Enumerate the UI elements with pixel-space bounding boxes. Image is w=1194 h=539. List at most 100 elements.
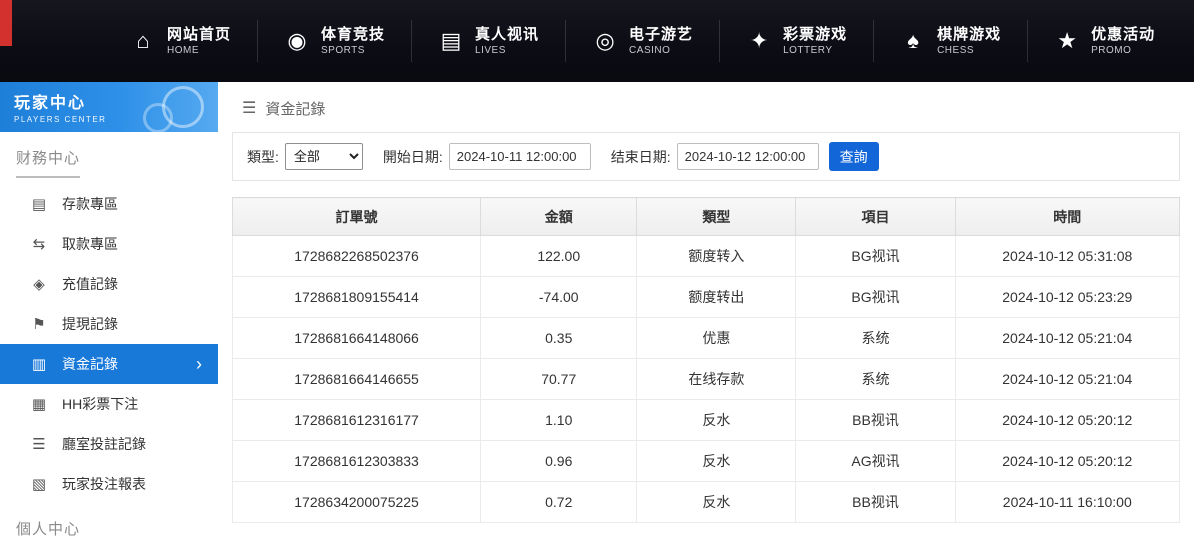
logo-fragment [0,0,12,46]
sports-icon: ◉ [284,30,310,52]
recharge-icon: ◈ [30,277,48,292]
cell-time: 2024-10-12 05:23:29 [955,277,1179,318]
sidebar-menu-item[interactable]: ◈ 充值記錄 › [0,264,218,304]
sidebar: 玩家中心 PLAYERS CENTER 财務中心 ▤ 存款專區 › ⇆ 取款專區… [0,82,218,527]
page-layout: 玩家中心 PLAYERS CENTER 财務中心 ▤ 存款專區 › ⇆ 取款專區… [0,82,1194,527]
column-header: 項目 [796,198,955,236]
menu-item-label: 玩家投注報表 [62,474,146,494]
nav-label: 棋牌游戏 CHESS [937,25,1001,58]
cell-type: 额度转入 [637,236,796,277]
cell-project: BG视讯 [796,277,955,318]
sidebar-menu: ▤ 存款專區 › ⇆ 取款專區 › ◈ 充值記錄 › ⚑ [0,184,218,504]
type-select[interactable]: 全部 [285,143,363,170]
cell-type: 反水 [637,482,796,523]
sidebar-menu-item[interactable]: ☰ 廳室投註記錄 › [0,424,218,464]
cell-amount: 0.72 [481,482,637,523]
cell-type: 反水 [637,441,796,482]
nav-label-zh: 网站首页 [167,25,231,45]
nav-item[interactable]: ⌂ 网站首页 HOME [104,20,257,62]
cell-project: 系统 [796,359,955,400]
nav-label: 体育竞技 SPORTS [321,25,385,58]
nav-item[interactable]: ◎ 电子游艺 CASINO [565,20,719,62]
start-date-input[interactable] [449,143,591,170]
column-header: 時間 [955,198,1179,236]
nav-label: 彩票游戏 LOTTERY [783,25,847,58]
nav-label-zh: 电子游艺 [629,25,693,45]
table-row: 1728681664148066 0.35 优惠 系统 2024-10-12 0… [233,318,1180,359]
nav-label: 优惠活动 PROMO [1091,25,1155,58]
cell-amount: 70.77 [481,359,637,400]
nav-label-en: PROMO [1091,44,1155,57]
menu-item-label: 廳室投註記錄 [62,434,146,454]
nav-label-zh: 优惠活动 [1091,25,1155,45]
menu-item-label: 充值記錄 [62,274,118,294]
deposit-icon: ▤ [30,197,48,212]
personal-section-label: 個人中心 [0,504,218,539]
menu-item-label: 資金記錄 [62,354,118,374]
nav-label-en: LOTTERY [783,44,847,57]
casino-icon: ◎ [592,30,618,52]
nav-label-en: LIVES [475,44,539,57]
column-header: 金額 [481,198,637,236]
cell-amount: -74.00 [481,277,637,318]
cell-amount: 122.00 [481,236,637,277]
menu-item-label: 提現記錄 [62,314,118,334]
sidebar-menu-item[interactable]: ⇆ 取款專區 › [0,224,218,264]
cashout-icon: ⚑ [30,317,48,332]
top-navigation: ⌂ 网站首页 HOME ◉ 体育竞技 SPORTS ▤ 真人视讯 LIVES [0,0,1194,82]
cell-order-number: 1728681612303833 [233,441,481,482]
cell-type: 额度转出 [637,277,796,318]
cell-time: 2024-10-12 05:31:08 [955,236,1179,277]
start-date-label: 開始日期: [383,147,443,167]
nav-label-en: HOME [167,44,231,57]
menu-item-label: 存款專區 [62,194,118,214]
finance-section-label: 财務中心 [0,132,218,178]
chess-icon: ♠ [900,30,926,52]
main-content: ☰ 資金記錄 類型: 全部 開始日期: 结束日期: 查詢 訂單號 金額 [218,82,1194,527]
cell-order-number: 1728681664148066 [233,318,481,359]
home-icon: ⌂ [130,30,156,52]
page-title-bar: ☰ 資金記錄 [232,82,1180,132]
cell-time: 2024-10-12 05:20:12 [955,400,1179,441]
promo-icon: ★ [1054,30,1080,52]
menu-toggle-icon[interactable]: ☰ [242,101,256,117]
nav-item[interactable]: ▤ 真人视讯 LIVES [411,20,565,62]
page-title: 資金記錄 [265,98,325,119]
table-body: 1728682268502376 122.00 额度转入 BG视讯 2024-1… [233,236,1180,523]
cell-amount: 1.10 [481,400,637,441]
cell-type: 反水 [637,400,796,441]
table-row: 1728682268502376 122.00 额度转入 BG视讯 2024-1… [233,236,1180,277]
nav-label-zh: 棋牌游戏 [937,25,1001,45]
type-filter-label: 類型: [247,147,279,167]
menu-item-label: 取款專區 [62,234,118,254]
report-icon: ▧ [30,477,48,492]
cell-time: 2024-10-12 05:20:12 [955,441,1179,482]
nav-item[interactable]: ✦ 彩票游戏 LOTTERY [719,20,873,62]
lottery_bet-icon: ▦ [30,397,48,412]
nav-item[interactable]: ◉ 体育竞技 SPORTS [257,20,411,62]
cell-amount: 0.35 [481,318,637,359]
sidebar-menu-item[interactable]: ▧ 玩家投注報表 › [0,464,218,504]
nav-label: 真人视讯 LIVES [475,25,539,58]
chevron-right-icon: › [196,355,202,373]
nav-item[interactable]: ★ 优惠活动 PROMO [1027,20,1181,62]
main-menu: ⌂ 网站首页 HOME ◉ 体育竞技 SPORTS ▤ 真人视讯 LIVES [104,0,1181,82]
gamepad-decoration-icon [162,86,204,128]
search-button[interactable]: 查詢 [829,142,879,171]
sidebar-header: 玩家中心 PLAYERS CENTER [0,82,218,132]
nav-item[interactable]: ♠ 棋牌游戏 CHESS [873,20,1027,62]
sidebar-menu-item[interactable]: ▦ HH彩票下注 › [0,384,218,424]
sidebar-menu-item[interactable]: ⚑ 提現記錄 › [0,304,218,344]
cell-time: 2024-10-12 05:21:04 [955,359,1179,400]
cell-time: 2024-10-12 05:21:04 [955,318,1179,359]
cell-project: 系统 [796,318,955,359]
sidebar-menu-item[interactable]: ▤ 存款專區 › [0,184,218,224]
cell-order-number: 1728681612316177 [233,400,481,441]
end-date-label: 结束日期: [611,147,671,167]
table-row: 1728681612316177 1.10 反水 BB视讯 2024-10-12… [233,400,1180,441]
cell-project: BB视讯 [796,400,955,441]
column-header: 訂單號 [233,198,481,236]
sidebar-menu-item[interactable]: ▥ 資金記錄 › [0,344,218,384]
end-date-input[interactable] [677,143,819,170]
cell-order-number: 1728681809155414 [233,277,481,318]
